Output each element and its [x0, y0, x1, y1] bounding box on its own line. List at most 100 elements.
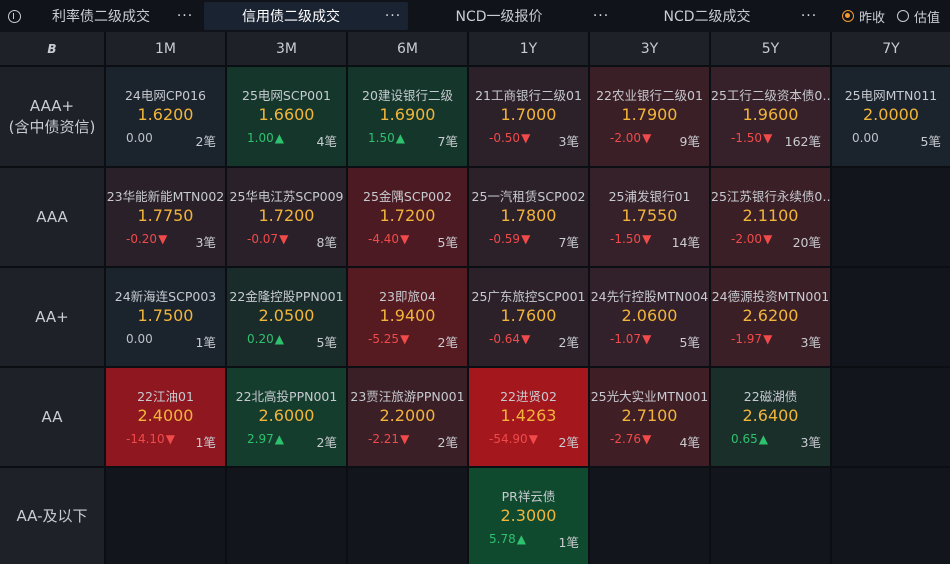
bond-cell[interactable]: 25金隅SCP002 1.7200 -4.40▼ 5笔	[348, 168, 467, 266]
bond-name: 25电网MTN011	[844, 88, 938, 103]
more-icon[interactable]: ···	[378, 8, 408, 24]
more-icon[interactable]: ···	[586, 8, 616, 24]
bond-change: -1.97▼	[731, 332, 772, 346]
more-icon[interactable]: ···	[794, 8, 824, 24]
row-header-aa-plus: AA+	[0, 268, 104, 366]
bond-cell[interactable]: 20建设银行二级 1.6900 1.50▲ 7笔	[348, 67, 467, 166]
empty-cell	[227, 468, 346, 564]
bond-cell[interactable]: 22进贤02 1.4263 -54.90▼ 2笔	[469, 368, 588, 466]
arrow-down-icon: ▼	[763, 332, 773, 346]
bond-yield: 1.7500	[137, 306, 194, 325]
bond-cell[interactable]: 24电网CP016 1.6200 0.00 2笔	[106, 67, 225, 166]
bond-cell[interactable]: PR祥云债 2.3000 5.78▲ 1笔	[469, 468, 588, 564]
bond-cell[interactable]: 22磁湖债 2.6400 0.65▲ 3笔	[711, 368, 830, 466]
bond-yield: 2.2000	[379, 406, 436, 425]
trade-count: 14笔	[671, 235, 700, 250]
bond-cell[interactable]: 25广东旅控SCP001 1.7600 -0.64▼ 2笔	[469, 268, 588, 366]
bond-cell[interactable]: 21工商银行二级01 1.7000 -0.50▼ 3笔	[469, 67, 588, 166]
empty-cell	[590, 468, 709, 564]
bond-name: 22进贤02	[500, 389, 557, 404]
bond-name: 25华电江苏SCP009	[229, 189, 344, 204]
change-value: 5.78	[489, 532, 516, 546]
empty-cell	[711, 468, 830, 564]
bond-cell[interactable]: 25浦发银行01 1.7550 -1.50▼ 14笔	[590, 168, 709, 266]
change-value: -2.76	[610, 432, 642, 446]
arrow-down-icon: ▼	[763, 131, 773, 145]
bond-yield: 1.6200	[137, 105, 194, 124]
arrow-up-icon: ▲	[395, 131, 405, 145]
bond-cell[interactable]: 23华能新能MTN002 1.7750 -0.20▼ 3笔	[106, 168, 225, 266]
change-value: -54.90	[489, 432, 528, 446]
bond-change: 2.97▲	[247, 432, 284, 446]
trade-count: 2笔	[437, 335, 458, 350]
arrow-down-icon: ▼	[279, 232, 289, 246]
empty-cell	[832, 168, 950, 266]
bond-yield: 1.7750	[137, 206, 194, 225]
bond-name: 25光大实业MTN001	[590, 389, 709, 404]
radio-label: 昨收	[858, 10, 885, 26]
bond-yield: 1.6600	[258, 105, 315, 124]
trade-count: 162笔	[784, 134, 821, 149]
bond-yield: 1.7900	[621, 105, 678, 124]
bond-yield: 1.7800	[500, 206, 557, 225]
radio-valuation[interactable]: 估值	[896, 7, 940, 26]
bond-cell[interactable]: 25一汽租赁SCP002 1.7800 -0.59▼ 7笔	[469, 168, 588, 266]
more-icon[interactable]: ···	[170, 8, 200, 24]
trade-count: 5笔	[437, 235, 458, 250]
bond-cell[interactable]: 25江苏银行永续债0… 2.1100 -2.00▼ 20笔	[711, 168, 830, 266]
bond-cell[interactable]: 25工行二级资本债0… 1.9600 -1.50▼ 162笔	[711, 67, 830, 166]
bond-yield: 2.0600	[621, 306, 678, 325]
arrow-down-icon: ▼	[400, 432, 410, 446]
bond-cell[interactable]: 24德源投资MTN001 2.6200 -1.97▼ 3笔	[711, 268, 830, 366]
radio-prev-close[interactable]: 昨收	[841, 7, 885, 26]
bond-cell[interactable]: 22北高投PPN001 2.6000 2.97▲ 2笔	[227, 368, 346, 466]
bond-change: -0.20▼	[126, 232, 167, 246]
bond-yield: 1.7550	[621, 206, 678, 225]
bond-name: 25一汽租赁SCP002	[471, 189, 586, 204]
bond-change: -1.07▼	[610, 332, 651, 346]
bond-change: -1.50▼	[731, 131, 772, 145]
info-button[interactable]	[0, 0, 28, 32]
bond-cell[interactable]: 23贾汪旅游PPN001 2.2000 -2.21▼ 2笔	[348, 368, 467, 466]
change-value: -0.50	[489, 131, 521, 145]
bond-cell[interactable]: 23即旅04 1.9400 -5.25▼ 2笔	[348, 268, 467, 366]
bond-yield: 1.9600	[742, 105, 799, 124]
bond-cell[interactable]: 22农业银行二级01 1.7900 -2.00▼ 9笔	[590, 67, 709, 166]
column-header-6m: 6M	[348, 32, 467, 65]
bond-name: 24先行控股MTN004	[590, 289, 709, 304]
change-value: -1.97	[731, 332, 763, 346]
bond-cell[interactable]: 24先行控股MTN004 2.0600 -1.07▼ 5笔	[590, 268, 709, 366]
trade-count: 9笔	[679, 134, 700, 149]
grid-corner: B	[0, 32, 104, 65]
trade-count: 2笔	[437, 435, 458, 450]
bond-name: 20建设银行二级	[362, 88, 453, 103]
arrow-down-icon: ▼	[158, 232, 168, 246]
change-value: -1.07	[610, 332, 642, 346]
bond-cell[interactable]: 25光大实业MTN001 2.7100 -2.76▼ 4笔	[590, 368, 709, 466]
bond-cell[interactable]: 24新海连SCP003 1.7500 0.00 1笔	[106, 268, 225, 366]
arrow-up-icon: ▲	[516, 532, 526, 546]
tab-ncd-primary-quote[interactable]: NCD一级报价 ···	[412, 2, 616, 30]
bond-change: -4.40▼	[368, 232, 409, 246]
bond-yield: 2.3000	[500, 506, 557, 525]
bond-yield: 2.7100	[621, 406, 678, 425]
bond-cell[interactable]: 25华电江苏SCP009 1.7200 -0.07▼ 8笔	[227, 168, 346, 266]
bond-cell[interactable]: 25电网SCP001 1.6600 1.00▲ 4笔	[227, 67, 346, 166]
bond-cell[interactable]: 25电网MTN011 2.0000 0.00 5笔	[832, 67, 950, 166]
bond-cell[interactable]: 22金隆控股PPN001 2.0500 0.20▲ 5笔	[227, 268, 346, 366]
bond-change: -2.00▼	[731, 232, 772, 246]
tab-rate-bond-secondary[interactable]: 利率债二级成交 ···	[32, 2, 200, 30]
tab-credit-bond-secondary[interactable]: 信用债二级成交 ···	[204, 2, 408, 30]
bond-change: -0.07▼	[247, 232, 288, 246]
tab-bar: 利率债二级成交 ··· 信用债二级成交 ··· NCD一级报价 ··· NCD二…	[0, 0, 950, 32]
arrow-up-icon: ▲	[758, 432, 768, 446]
arrow-down-icon: ▼	[400, 232, 410, 246]
change-value: -0.07	[247, 232, 279, 246]
change-value: -0.20	[126, 232, 158, 246]
bond-cell[interactable]: 22江油01 2.4000 -14.10▼ 1笔	[106, 368, 225, 466]
arrow-up-icon: ▲	[274, 332, 284, 346]
bond-change: -54.90▼	[489, 432, 538, 446]
bond-name: 25电网SCP001	[242, 88, 331, 103]
column-header-7y: 7Y	[832, 32, 950, 65]
tab-ncd-secondary[interactable]: NCD二级成交 ···	[620, 2, 824, 30]
